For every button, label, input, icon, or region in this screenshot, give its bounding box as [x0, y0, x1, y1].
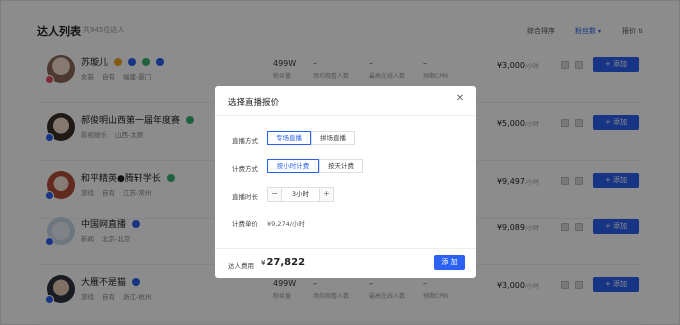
- modal-title: 选择直播报价: [228, 98, 280, 108]
- divider: [215, 248, 476, 249]
- live-quote-modal: 选择直播报价 ✕ 直播方式 专场直播 拼场直播 计费方式 按小时计费 按天计费 …: [215, 86, 476, 278]
- talent-fee-value: ¥27,822: [261, 257, 306, 268]
- talent-fee-label: 达人费用: [228, 262, 254, 270]
- option-daily[interactable]: 按天计费: [319, 159, 363, 173]
- unit-price-label: 计费单价: [232, 220, 258, 228]
- decrease-button[interactable]: −: [268, 188, 282, 201]
- close-icon[interactable]: ✕: [454, 93, 466, 105]
- live-mode-label: 直播方式: [232, 137, 258, 145]
- duration-stepper: − 3小时 +: [267, 187, 334, 202]
- billing-label: 计费方式: [232, 165, 258, 173]
- option-hourly[interactable]: 按小时计费: [267, 159, 319, 173]
- unit-price-value: ¥9,274/小时: [267, 220, 305, 228]
- option-shared-live[interactable]: 拼场直播: [311, 131, 355, 145]
- confirm-add-button[interactable]: 添 加: [434, 255, 465, 270]
- divider: [215, 115, 476, 116]
- increase-button[interactable]: +: [319, 188, 333, 201]
- duration-label: 直播时长: [232, 193, 258, 201]
- duration-input[interactable]: 3小时: [282, 188, 319, 201]
- option-dedicated-live[interactable]: 专场直播: [267, 131, 311, 145]
